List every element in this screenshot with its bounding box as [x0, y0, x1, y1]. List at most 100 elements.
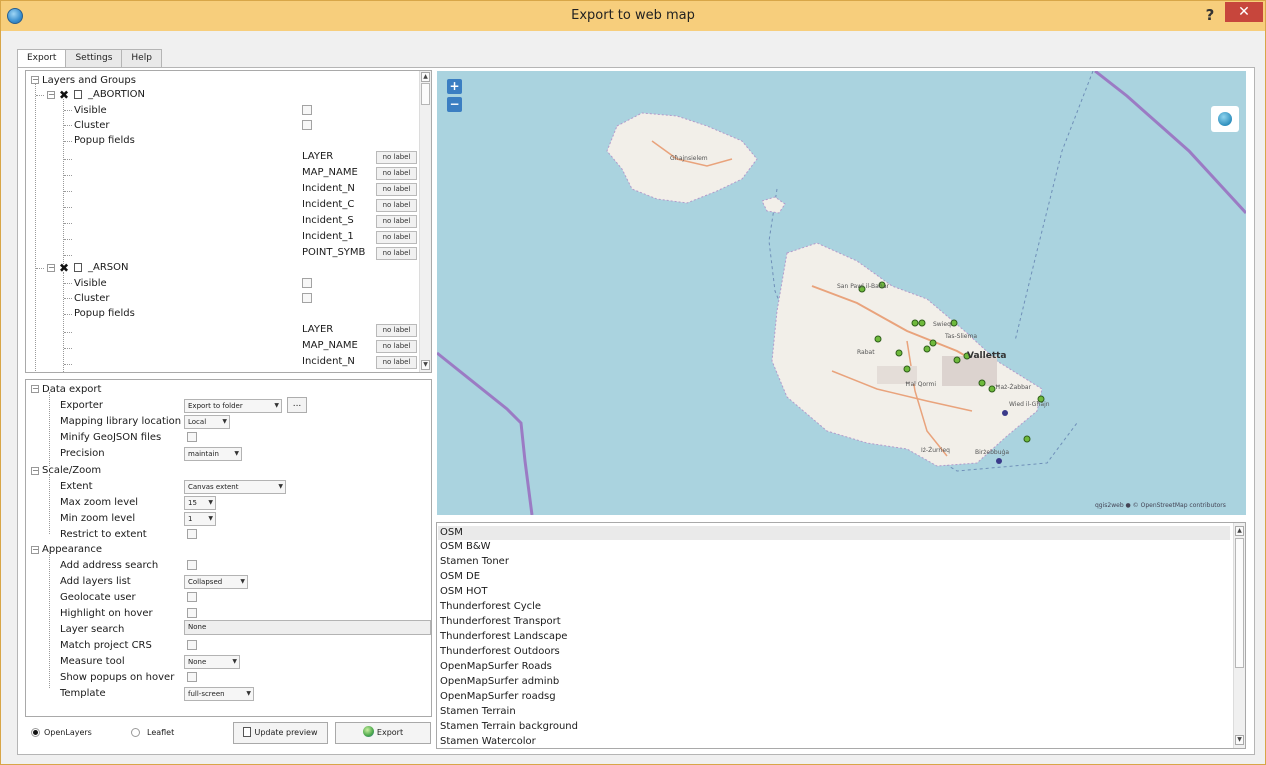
measure-select[interactable]: None ▼ [184, 655, 240, 669]
minify-checkbox[interactable] [187, 432, 197, 442]
layer-switcher-button[interactable] [1211, 106, 1239, 132]
update-preview-button[interactable]: Update preview [233, 722, 328, 744]
point-layer-icon [74, 90, 82, 99]
place-label: Birżebbuġa [975, 449, 1009, 456]
visible-checkbox[interactable] [302, 105, 312, 115]
basemap-list[interactable]: OSM OSM B&W Stamen Toner OSM DE OSM HOT … [436, 522, 1246, 749]
max-zoom-select[interactable]: 15 ▼ [184, 496, 216, 510]
cluster-label: Cluster [74, 120, 110, 131]
highlight-checkbox[interactable] [187, 608, 197, 618]
export-label: Export [376, 728, 404, 737]
list-item[interactable]: OSM B&W [440, 540, 491, 554]
field-label-combo[interactable]: no label [376, 324, 417, 337]
mapping-select[interactable]: Local ▼ [184, 415, 230, 429]
browse-button[interactable]: ... [287, 397, 307, 413]
layer-name: _ARSON [88, 262, 129, 273]
field-label-combo[interactable]: no label [376, 199, 417, 212]
layers-scrollbar[interactable]: ▲ ▼ [419, 71, 431, 372]
layer-search-label: Layer search [60, 624, 125, 635]
document-icon [243, 727, 252, 737]
popup-fields-label: Popup fields [74, 308, 135, 319]
popup-fields-label: Popup fields [74, 135, 135, 146]
address-search-checkbox[interactable] [187, 560, 197, 570]
basemap-scrollbar[interactable]: ▲ ▼ [1233, 523, 1245, 748]
tab-settings[interactable]: Settings [65, 49, 123, 67]
collapse-icon[interactable]: − [31, 385, 39, 393]
min-zoom-select[interactable]: 1 ▼ [184, 512, 216, 526]
list-item[interactable]: Thunderforest Cycle [440, 600, 541, 614]
scroll-up-arrow[interactable]: ▲ [1235, 526, 1244, 536]
field-label-combo[interactable]: no label [376, 247, 417, 260]
collapse-icon[interactable]: − [31, 76, 39, 84]
openlayers-radio[interactable] [31, 728, 40, 737]
export-button[interactable]: Export [335, 722, 431, 744]
list-item[interactable]: OSM [438, 526, 1230, 540]
list-item[interactable]: Stamen Terrain background [440, 720, 578, 734]
layer-checkbox[interactable]: ✖ [59, 262, 69, 274]
field-label-combo[interactable]: no label [376, 340, 417, 353]
layer-checkbox[interactable]: ✖ [59, 89, 69, 101]
list-item[interactable]: OSM HOT [440, 585, 488, 599]
list-item[interactable]: Stamen Toner [440, 555, 509, 569]
list-item[interactable]: OpenMapSurfer Roads [440, 660, 552, 674]
field-label-combo[interactable]: no label [376, 356, 417, 369]
list-item[interactable]: Thunderforest Landscape [440, 630, 567, 644]
scroll-thumb[interactable] [1235, 538, 1244, 668]
field-name: MAP_NAME [302, 167, 358, 178]
exporter-select[interactable]: Export to folder ▼ [184, 399, 282, 413]
list-item[interactable]: OSM DE [440, 570, 480, 584]
popups-hover-checkbox[interactable] [187, 672, 197, 682]
list-item[interactable]: Stamen Terrain [440, 705, 516, 719]
list-item[interactable]: Thunderforest Transport [440, 615, 561, 629]
place-label: Għajnsielem [670, 155, 708, 162]
list-item[interactable]: OpenMapSurfer adminb [440, 675, 559, 689]
collapse-icon[interactable]: − [31, 546, 39, 554]
template-select[interactable]: full-screen ▼ [184, 687, 254, 701]
measure-label: Measure tool [60, 656, 125, 667]
map-preview[interactable]: Għajnsielem San Pawl il-Baħar Swieqi Tas… [437, 71, 1246, 515]
list-item[interactable]: Stamen Watercolor [440, 735, 536, 748]
field-label-combo[interactable]: no label [376, 231, 417, 244]
collapse-icon[interactable]: − [31, 467, 39, 475]
template-label: Template [60, 688, 106, 699]
geolocate-checkbox[interactable] [187, 592, 197, 602]
visible-label: Visible [74, 278, 107, 289]
cluster-checkbox[interactable] [302, 120, 312, 130]
close-button[interactable]: ✕ [1225, 2, 1263, 22]
collapse-icon[interactable]: − [47, 264, 55, 272]
collapse-icon[interactable]: − [47, 91, 55, 99]
scroll-down-arrow[interactable]: ▼ [421, 360, 430, 370]
layer-name: _ABORTION [88, 89, 146, 100]
scroll-down-arrow[interactable]: ▼ [1235, 735, 1244, 745]
field-label-combo[interactable]: no label [376, 183, 417, 196]
field-label-combo[interactable]: no label [376, 215, 417, 228]
data-export-label: Data export [42, 384, 102, 395]
restrict-extent-checkbox[interactable] [187, 529, 197, 539]
tab-help[interactable]: Help [121, 49, 162, 67]
visible-checkbox[interactable] [302, 278, 312, 288]
zoom-in-button[interactable]: + [447, 79, 462, 94]
list-item[interactable]: Thunderforest Outdoors [440, 645, 560, 659]
field-label-combo[interactable]: no label [376, 167, 417, 180]
layer-search-select[interactable]: None [184, 620, 431, 635]
scroll-thumb[interactable] [421, 83, 430, 105]
globe-icon [362, 726, 374, 737]
cluster-label: Cluster [74, 293, 110, 304]
place-label: Swieqi [933, 321, 953, 328]
scroll-up-arrow[interactable]: ▲ [421, 72, 430, 82]
extent-select[interactable]: Canvas extent ▼ [184, 480, 286, 494]
help-button[interactable]: ? [1199, 5, 1221, 25]
layers-list-select[interactable]: Collapsed ▼ [184, 575, 248, 589]
list-item[interactable]: OpenMapSurfer roadsg [440, 690, 556, 704]
place-label: Wied il-Għajn [1009, 401, 1050, 408]
layers-tree[interactable]: − Layers and Groups − ✖ _ABORTION Visibl… [25, 70, 432, 373]
zoom-out-button[interactable]: − [447, 97, 462, 112]
match-crs-checkbox[interactable] [187, 640, 197, 650]
tab-export[interactable]: Export [17, 49, 67, 68]
leaflet-label: Leaflet [147, 728, 175, 737]
precision-select[interactable]: maintain ▼ [184, 447, 242, 461]
cluster-checkbox[interactable] [302, 293, 312, 303]
options-tree[interactable]: − Data export Exporter Export to folder ▼… [25, 379, 432, 717]
field-label-combo[interactable]: no label [376, 151, 417, 164]
leaflet-radio[interactable] [131, 728, 140, 737]
